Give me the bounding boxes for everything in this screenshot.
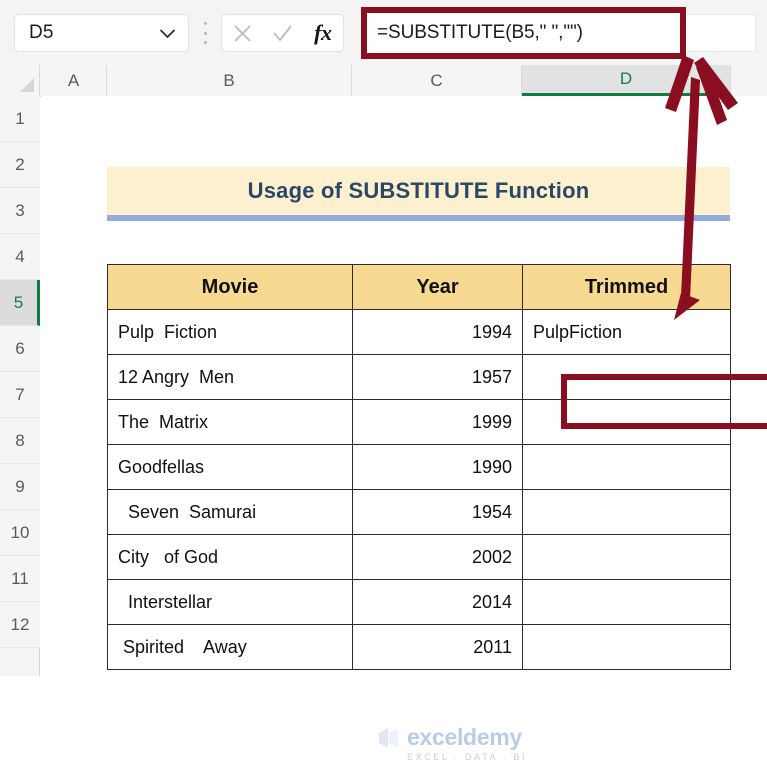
table-row: Seven Samurai 1954 — [107, 489, 731, 535]
row-header-5[interactable]: 5 — [0, 280, 40, 326]
cell-trimmed[interactable] — [522, 444, 731, 490]
row-header-12[interactable]: 12 — [0, 602, 40, 648]
row-header-2[interactable]: 2 — [0, 142, 40, 188]
column-header-movie: Movie — [107, 264, 353, 310]
formula-input-value: =SUBSTITUTE(B5," ","") — [377, 22, 583, 43]
cell-movie[interactable]: Interstellar — [107, 579, 353, 625]
table-row: Interstellar 2014 — [107, 579, 731, 625]
column-header-year: Year — [352, 264, 523, 310]
name-box-value: D5 — [29, 22, 54, 43]
cell-canvas: Usage of SUBSTITUTE Function Movie Year … — [41, 96, 767, 762]
row-header-6[interactable]: 6 — [0, 326, 40, 372]
watermark-name: exceldemy — [407, 724, 522, 750]
watermark-tagline: EXCEL · DATA · BI — [407, 752, 528, 762]
page-title: Usage of SUBSTITUTE Function — [247, 178, 590, 203]
row-header-9[interactable]: 9 — [0, 464, 40, 510]
cell-trimmed[interactable]: PulpFiction — [522, 309, 731, 355]
cell-trimmed[interactable] — [522, 489, 731, 535]
watermark-logo-icon — [379, 727, 398, 748]
column-header-c[interactable]: C — [352, 65, 522, 96]
table-row: 12 Angry Men 1957 — [107, 354, 731, 400]
cell-movie[interactable]: 12 Angry Men — [107, 354, 353, 400]
cell-movie[interactable]: Spirited Away — [107, 624, 353, 670]
table-row: Spirited Away 2011 — [107, 624, 731, 670]
row-header-band: 1 2 3 4 5 6 7 8 9 10 11 12 — [0, 96, 40, 676]
table-row: Pulp Fiction 1994 PulpFiction — [107, 309, 731, 355]
select-all-corner[interactable] — [0, 65, 40, 96]
row-header-1[interactable]: 1 — [0, 96, 40, 142]
table-row: Goodfellas 1990 — [107, 444, 731, 490]
table-header-row: Movie Year Trimmed — [107, 264, 731, 310]
column-header-trimmed: Trimmed — [522, 264, 731, 310]
cell-movie[interactable]: City of God — [107, 534, 353, 580]
formula-input[interactable]: =SUBSTITUTE(B5," ","") — [361, 7, 686, 59]
cell-year[interactable]: 2014 — [352, 579, 523, 625]
cancel-x-icon[interactable] — [225, 15, 259, 51]
row-header-3[interactable]: 3 — [0, 188, 40, 234]
table-row: City of God 2002 — [107, 534, 731, 580]
chevron-down-icon[interactable] — [152, 15, 188, 51]
row-header-8[interactable]: 8 — [0, 418, 40, 464]
cell-movie[interactable]: The Matrix — [107, 399, 353, 445]
row-header-4[interactable]: 4 — [0, 234, 40, 280]
formula-action-group: fx — [221, 14, 344, 52]
column-header-d[interactable]: D — [522, 65, 731, 96]
row-header-11[interactable]: 11 — [0, 556, 40, 602]
confirm-check-icon[interactable] — [265, 15, 299, 51]
row-header-7[interactable]: 7 — [0, 372, 40, 418]
name-box[interactable]: D5 — [14, 14, 189, 52]
formula-bar-remainder[interactable] — [686, 14, 756, 52]
fx-insert-function-icon[interactable]: fx — [306, 15, 340, 51]
cell-trimmed[interactable] — [522, 579, 731, 625]
table-row: The Matrix 1999 — [107, 399, 731, 445]
watermark-row: exceldemy — [377, 724, 522, 751]
cell-year[interactable]: 1954 — [352, 489, 523, 535]
kebab-menu-icon[interactable] — [203, 22, 207, 44]
cell-movie[interactable]: Pulp Fiction — [107, 309, 353, 355]
cell-year[interactable]: 1999 — [352, 399, 523, 445]
select-all-triangle-icon — [20, 78, 34, 92]
cell-movie[interactable]: Seven Samurai — [107, 489, 353, 535]
cell-trimmed[interactable] — [522, 354, 731, 400]
column-header-band: A B C D — [0, 65, 767, 97]
cell-year[interactable]: 1957 — [352, 354, 523, 400]
title-banner: Usage of SUBSTITUTE Function — [107, 167, 730, 215]
cell-movie[interactable]: Goodfellas — [107, 444, 353, 490]
worksheet-grid: A B C D 1 2 3 4 5 6 7 8 9 10 11 12 Usage… — [0, 65, 767, 762]
cell-year[interactable]: 2002 — [352, 534, 523, 580]
cell-year[interactable]: 1994 — [352, 309, 523, 355]
cell-trimmed[interactable] — [522, 624, 731, 670]
row-header-10[interactable]: 10 — [0, 510, 40, 556]
exceldemy-watermark: exceldemy EXCEL · DATA · BI — [377, 724, 527, 762]
title-underline — [107, 215, 730, 221]
cell-trimmed[interactable] — [522, 399, 731, 445]
column-header-a[interactable]: A — [41, 65, 107, 96]
cell-year[interactable]: 1990 — [352, 444, 523, 490]
column-header-b[interactable]: B — [107, 65, 352, 96]
data-table: Movie Year Trimmed Pulp Fiction 1994 PulpF… — [107, 264, 731, 670]
cell-year[interactable]: 2011 — [352, 624, 523, 670]
cell-trimmed[interactable] — [522, 534, 731, 580]
formula-bar-strip: D5 fx =SUBSTITUTE(B5," ","") — [0, 0, 767, 65]
